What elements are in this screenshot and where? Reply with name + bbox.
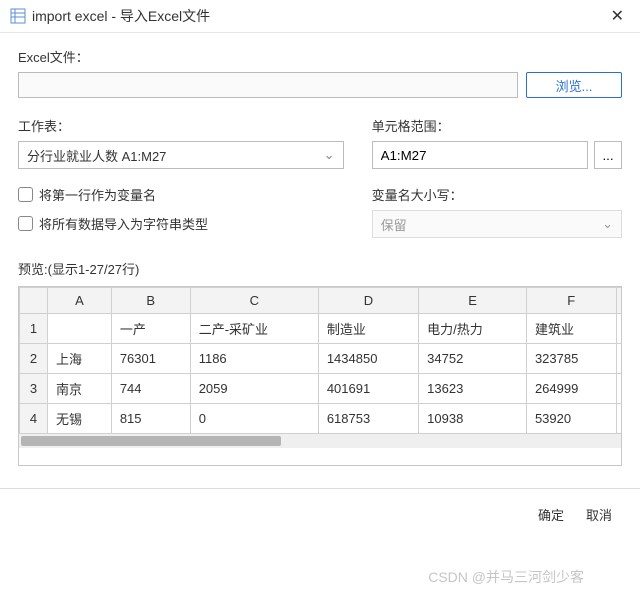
table-cell[interactable]: [48, 314, 112, 344]
table-cell[interactable]: 618753: [318, 404, 418, 434]
table-cell[interactable]: 401691: [318, 374, 418, 404]
table-cell[interactable]: 34752: [419, 344, 527, 374]
file-label: Excel文件：: [18, 47, 622, 66]
table-cell[interactable]: 53920: [526, 404, 616, 434]
dialog-body: Excel文件： 浏览... 工作表： 分行业就业人数 A1:M27 ⌄ 单元格…: [0, 33, 640, 489]
close-icon[interactable]: ✕: [605, 6, 630, 26]
column-header[interactable]: B: [111, 288, 190, 314]
column-header[interactable]: C: [190, 288, 318, 314]
case-label: 变量名大小写：: [372, 185, 622, 204]
table-row: 2上海763011186143485034752323785989864: [20, 344, 623, 374]
table-cell[interactable]: 264999: [526, 374, 616, 404]
window-title: import excel - 导入Excel文件: [32, 6, 605, 26]
cancel-button[interactable]: 取消: [586, 505, 612, 524]
table-row: 3南京744205940169113623264999158537: [20, 374, 623, 404]
table-cell[interactable]: 建筑业: [526, 314, 616, 344]
sheet-select[interactable]: 分行业就业人数 A1:M27 ⌄: [18, 141, 344, 169]
table-cell[interactable]: 上海: [48, 344, 112, 374]
scrollbar-thumb[interactable]: [21, 436, 281, 446]
range-label: 单元格范围：: [372, 116, 622, 135]
table-cell[interactable]: 815: [111, 404, 190, 434]
cell-range-input[interactable]: [372, 141, 588, 169]
column-header[interactable]: A: [48, 288, 112, 314]
watermark: CSDN @并马三河剑少客: [428, 567, 584, 587]
table-cell[interactable]: 2059: [190, 374, 318, 404]
column-header[interactable]: G: [616, 288, 622, 314]
table-cell[interactable]: 无锡: [48, 404, 112, 434]
row-number[interactable]: 1: [20, 314, 48, 344]
chevron-down-icon: ⌄: [602, 216, 613, 232]
table-cell[interactable]: 一产: [111, 314, 190, 344]
sheet-select-value: 分行业就业人数 A1:M27: [27, 146, 166, 165]
table-cell[interactable]: 13623: [419, 374, 527, 404]
table-cell[interactable]: 南京: [48, 374, 112, 404]
table-row: 1 一产二产-采矿业制造业电力/热力建筑业批发零售: [20, 314, 623, 344]
table-cell[interactable]: 989864: [616, 344, 622, 374]
table-cell[interactable]: 0: [190, 404, 318, 434]
table-cell[interactable]: 1434850: [318, 344, 418, 374]
case-select[interactable]: 保留 ⌄: [372, 210, 622, 238]
app-icon: [10, 8, 26, 24]
preview-label: 预览:(显示1-27/27行): [18, 259, 622, 278]
column-header[interactable]: E: [419, 288, 527, 314]
table-cell[interactable]: 批发零售: [616, 314, 622, 344]
preview-table-container[interactable]: ABCDEFG 1一产二产-采矿业制造业电力/热力建筑业批发零售2上海76301…: [18, 286, 622, 466]
file-path-input[interactable]: [18, 72, 518, 98]
table-cell[interactable]: 744: [111, 374, 190, 404]
column-header[interactable]: D: [318, 288, 418, 314]
preview-table: ABCDEFG 1一产二产-采矿业制造业电力/热力建筑业批发零售2上海76301…: [19, 287, 622, 434]
row-number[interactable]: 2: [20, 344, 48, 374]
titlebar: import excel - 导入Excel文件 ✕: [0, 0, 640, 33]
table-cell[interactable]: 10938: [419, 404, 527, 434]
table-cell[interactable]: 158537: [616, 374, 622, 404]
case-select-value: 保留: [381, 215, 407, 234]
as-string-checkbox[interactable]: [18, 216, 33, 231]
table-cell[interactable]: 76301: [111, 344, 190, 374]
chevron-down-icon: ⌄: [324, 147, 335, 163]
first-row-checkbox[interactable]: [18, 187, 33, 202]
row-number[interactable]: 3: [20, 374, 48, 404]
row-number[interactable]: 4: [20, 404, 48, 434]
corner-cell: [20, 288, 48, 314]
sheet-label: 工作表：: [18, 116, 344, 135]
table-cell[interactable]: 323785: [526, 344, 616, 374]
ok-button[interactable]: 确定: [538, 505, 564, 524]
horizontal-scrollbar[interactable]: [19, 434, 621, 448]
table-cell[interactable]: 二产-采矿业: [190, 314, 318, 344]
table-cell[interactable]: 72573: [616, 404, 622, 434]
browse-button[interactable]: 浏览...: [526, 72, 622, 98]
table-row: 4无锡8150618753109385392072573: [20, 404, 623, 434]
first-row-label: 将第一行作为变量名: [39, 185, 156, 204]
range-picker-button[interactable]: ...: [594, 141, 622, 169]
dialog-footer: 确定 取消: [0, 489, 640, 540]
table-cell[interactable]: 制造业: [318, 314, 418, 344]
table-cell[interactable]: 电力/热力: [419, 314, 527, 344]
table-cell[interactable]: 1186: [190, 344, 318, 374]
as-string-label: 将所有数据导入为字符串类型: [39, 214, 208, 233]
column-header[interactable]: F: [526, 288, 616, 314]
